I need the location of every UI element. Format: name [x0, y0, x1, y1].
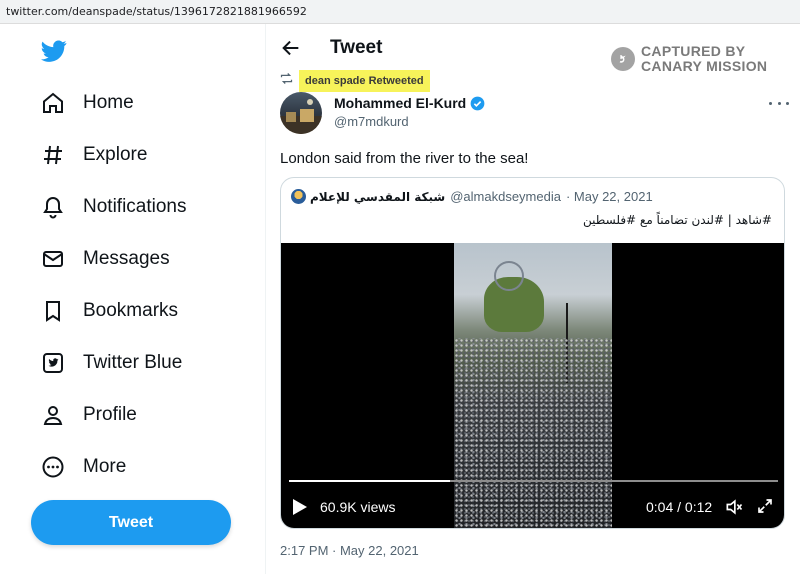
page-title: Tweet: [330, 37, 383, 58]
sidebar-item-bookmarks[interactable]: Bookmarks: [40, 291, 178, 331]
home-icon: [40, 90, 66, 116]
hashtag-icon: [40, 142, 66, 168]
sidebar-item-more[interactable]: More: [40, 447, 126, 487]
twitter-blue-icon: [40, 350, 66, 376]
play-icon[interactable]: [293, 499, 307, 515]
envelope-icon: [40, 246, 66, 272]
sidebar-item-label: Profile: [83, 404, 137, 425]
canary-logo-icon: [611, 47, 635, 71]
url-text: twitter.com/deanspade/status/13961728218…: [6, 5, 307, 18]
tweet-button[interactable]: Tweet: [31, 500, 231, 545]
author-name-text: Mohammed El-Kurd: [334, 95, 467, 111]
sidebar-item-label: Home: [83, 92, 134, 113]
verified-badge-icon: [470, 96, 485, 111]
sidebar-item-label: Messages: [83, 248, 170, 269]
retweet-label[interactable]: dean spade Retweeted: [299, 70, 430, 92]
quote-avatar: [291, 189, 306, 204]
person-icon: [40, 402, 66, 428]
quote-header: شبكة المقدسي للإعلام @almakdseymedia · M…: [291, 189, 653, 204]
tweet-timestamp[interactable]: 2:17 PM · May 22, 2021: [280, 543, 419, 558]
video-player[interactable]: 60.9K views 0:04 / 0:12: [281, 243, 784, 528]
sidebar-item-twitter-blue[interactable]: Twitter Blue: [40, 343, 182, 383]
sidebar-item-label: More: [83, 456, 127, 477]
video-views: 60.9K views: [320, 499, 396, 515]
video-progress-bar[interactable]: [289, 480, 778, 482]
bookmark-icon: [40, 298, 66, 324]
author-name[interactable]: Mohammed El-Kurd: [334, 95, 485, 111]
tweet-text: London said from the river to the sea!: [280, 150, 529, 167]
quote-author-handle: @almakdseymedia: [450, 189, 561, 204]
video-progress-fill: [289, 480, 451, 482]
sidebar-item-profile[interactable]: Profile: [40, 395, 137, 435]
author-handle[interactable]: @m7mdkurd: [334, 114, 409, 129]
browser-url-bar[interactable]: twitter.com/deanspade/status/13961728218…: [0, 0, 800, 24]
more-options-icon[interactable]: [769, 96, 789, 110]
sidebar-item-home[interactable]: Home: [40, 83, 134, 123]
sidebar-item-explore[interactable]: Explore: [40, 135, 147, 175]
video-time: 0:04 / 0:12: [646, 499, 713, 515]
sidebar-item-label: Explore: [83, 144, 148, 165]
sidebar-item-messages[interactable]: Messages: [40, 239, 170, 279]
twitter-bird-icon[interactable]: [40, 38, 68, 64]
sidebar-item-label: Notifications: [83, 196, 187, 217]
sidebar-item-label: Twitter Blue: [83, 352, 183, 373]
avatar[interactable]: [280, 92, 322, 134]
watermark: CAPTURED BY CANARY MISSION: [611, 44, 767, 74]
sidebar-item-notifications[interactable]: Notifications: [40, 187, 187, 227]
more-circle-icon: [40, 454, 66, 480]
volume-icon[interactable]: [724, 497, 744, 517]
fullscreen-icon[interactable]: [756, 497, 774, 515]
quoted-tweet[interactable]: شبكة المقدسي للإعلام @almakdseymedia · M…: [280, 177, 785, 529]
arrow-left-icon[interactable]: [280, 37, 302, 59]
retweet-icon: [279, 71, 294, 91]
video-frame: [454, 243, 612, 528]
sidebar-item-label: Bookmarks: [83, 300, 179, 321]
retweet-indicator: dean spade Retweeted: [279, 70, 430, 92]
watermark-line2: CANARY MISSION: [641, 58, 768, 74]
quote-date: · May 22, 2021: [565, 189, 653, 204]
quote-text: #شاهد | #لندن تضامناً مع #فلسطين: [583, 213, 772, 227]
watermark-line1: CAPTURED BY: [641, 43, 746, 59]
bell-icon: [40, 194, 66, 220]
main-column: Tweet CAPTURED BY CANARY MISSION dean sp…: [266, 24, 800, 574]
sidebar: Home Explore Notifications Messages Book…: [0, 24, 266, 574]
quote-author-name: شبكة المقدسي للإعلام: [310, 189, 446, 204]
